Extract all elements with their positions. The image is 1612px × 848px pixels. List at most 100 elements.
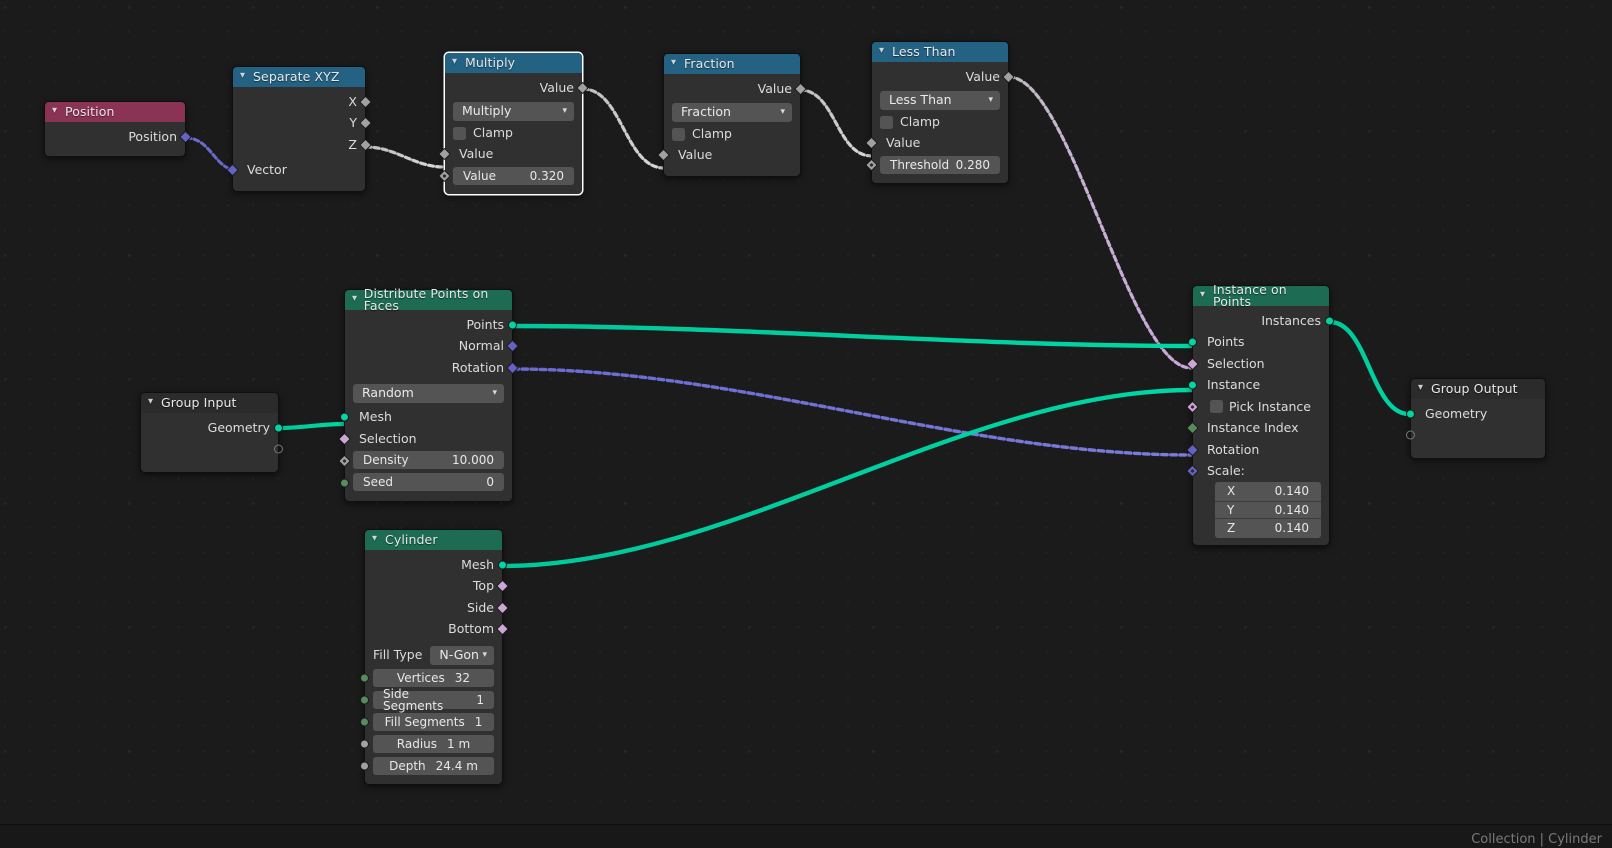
socket-row-fraction-value-out[interactable]: Value <box>664 78 807 100</box>
socket-row-multiply-value-out[interactable]: Value <box>445 77 589 99</box>
node-group-output-header[interactable]: ▾ Group Output <box>1411 379 1545 399</box>
socket-row-distribute-selection[interactable]: Selection <box>338 428 512 450</box>
node-less-than[interactable]: ▾ Less Than Value Less Than ▾ Clamp Valu… <box>865 41 1015 184</box>
socket-row-cylinder-mesh[interactable]: Mesh <box>365 554 507 576</box>
socket-row-groupoutput-geometry[interactable]: Geometry <box>1406 403 1545 425</box>
cylinder-fill-type-dropdown[interactable]: N-Gon ▾ <box>430 646 494 665</box>
socket-iop-instance-index[interactable] <box>1186 421 1199 435</box>
cylinder-depth-wrapper[interactable]: Depth 24.4 m <box>360 755 502 777</box>
socket-row-iop-selection[interactable]: Selection <box>1186 353 1329 375</box>
node-group-output[interactable]: ▾ Group Output Geometry <box>1406 378 1546 459</box>
socket-row-distribute-mesh[interactable]: Mesh <box>340 407 512 429</box>
socket-vector-input[interactable] <box>226 163 239 177</box>
node-separate-xyz-header[interactable]: ▾ Separate XYZ <box>233 67 365 87</box>
multiply-clamp-row[interactable]: Clamp <box>445 123 582 144</box>
socket-row-vector-in[interactable]: Vector <box>226 160 365 182</box>
socket-row-distribute-points[interactable]: Points <box>345 314 517 336</box>
chevron-down-icon[interactable]: ▾ <box>148 397 161 407</box>
socket-cylinder-depth[interactable] <box>360 761 369 771</box>
socket-row-lessthan-value-out[interactable]: Value <box>872 66 1015 88</box>
node-fraction[interactable]: ▾ Fraction Value Fraction ▾ Clamp Value <box>657 53 807 177</box>
socket-cylinder-bottom[interactable] <box>496 622 509 636</box>
socket-groupinput-geometry[interactable] <box>274 423 283 433</box>
socket-x-value[interactable] <box>359 95 372 109</box>
multiply-clamp-checkbox[interactable] <box>453 126 466 140</box>
node-cylinder[interactable]: ▾ Cylinder Mesh Top Side Bottom Fill Typ… <box>360 529 509 785</box>
fraction-clamp-checkbox[interactable] <box>672 127 685 141</box>
node-instance-on-points[interactable]: ▾ Instance on Points Instances Points Se… <box>1186 283 1334 546</box>
socket-iop-scale[interactable] <box>1186 464 1199 478</box>
socket-row-distribute-normal[interactable]: Normal <box>345 336 519 358</box>
socket-row-instances-out[interactable]: Instances <box>1193 310 1334 332</box>
socket-iop-pick-instance[interactable] <box>1186 400 1199 414</box>
lessthan-threshold-field[interactable]: Threshold 0.280 <box>880 155 1000 174</box>
socket-lessthan-value-in[interactable] <box>865 136 878 150</box>
socket-row-fraction-value-in[interactable]: Value <box>657 145 800 167</box>
socket-groupoutput-virtual[interactable] <box>1406 430 1415 440</box>
iop-pick-instance-checkbox[interactable] <box>1210 400 1223 414</box>
socket-fraction-value-out[interactable] <box>794 82 807 96</box>
cylinder-fill-segments-field[interactable]: Fill Segments 1 <box>373 712 494 731</box>
socket-fraction-value-in[interactable] <box>657 148 670 162</box>
operation-dropdown-wrapper[interactable]: Multiply ▾ <box>445 101 582 123</box>
cylinder-radius-field[interactable]: Radius 1 m <box>373 734 494 753</box>
socket-row-cylinder-top[interactable]: Top <box>365 576 509 598</box>
cylinder-vertices-wrapper[interactable]: Vertices 32 <box>360 667 502 689</box>
node-multiply[interactable]: ▾ Multiply Value Multiply ▾ Clamp Value <box>438 52 589 195</box>
distribute-density-field[interactable]: Density 10.000 <box>353 451 504 469</box>
lessthan-operation-wrapper[interactable]: Less Than ▾ <box>872 90 1008 112</box>
cylinder-side-segments-field[interactable]: Side Segments 1 <box>373 688 494 712</box>
socket-cylinder-vertices[interactable] <box>360 673 369 683</box>
socket-multiply-value-out[interactable] <box>576 81 589 95</box>
socket-distribute-density[interactable] <box>338 454 351 467</box>
socket-row-cylinder-bottom[interactable]: Bottom <box>365 619 509 641</box>
socket-row-iop-pick-instance[interactable]: Pick Instance <box>1186 396 1329 418</box>
socket-row-lessthan-value-in[interactable]: Value <box>865 133 1008 155</box>
socket-lessthan-threshold[interactable] <box>865 158 878 172</box>
socket-cylinder-side-segments[interactable] <box>360 695 369 705</box>
socket-cylinder-radius[interactable] <box>360 739 369 749</box>
node-position[interactable]: ▾ Position Position <box>44 101 192 157</box>
socket-row-iop-points[interactable]: Points <box>1188 332 1329 354</box>
socket-iop-instance[interactable] <box>1188 380 1197 390</box>
node-distribute-header[interactable]: ▾ Distribute Points on Faces <box>345 287 512 312</box>
socket-distribute-points[interactable] <box>508 320 517 330</box>
socket-distribute-rotation[interactable] <box>506 361 519 375</box>
node-instance-on-points-header[interactable]: ▾ Instance on Points <box>1193 283 1329 308</box>
fraction-operation-dropdown[interactable]: Fraction ▾ <box>672 103 792 122</box>
iop-scale-vector-group[interactable]: X 0.140 Y 0.140 Z 0.140 <box>1193 482 1329 538</box>
socket-distribute-mesh[interactable] <box>340 412 349 422</box>
socket-row-z-out[interactable]: Z <box>233 134 372 156</box>
socket-row-iop-instance-index[interactable]: Instance Index <box>1186 418 1329 440</box>
node-fraction-header[interactable]: ▾ Fraction <box>664 54 800 74</box>
distribute-seed-field[interactable]: Seed 0 <box>353 473 504 491</box>
socket-position-vector[interactable] <box>179 130 192 144</box>
node-group-input[interactable]: ▾ Group Input Geometry <box>140 392 283 473</box>
socket-row-iop-rotation[interactable]: Rotation <box>1186 439 1329 461</box>
socket-row-multiply-value-in[interactable]: Value <box>438 144 582 166</box>
multiply-operation-dropdown[interactable]: Multiply ▾ <box>453 102 574 121</box>
chevron-down-icon[interactable]: ▾ <box>240 71 253 81</box>
socket-cylinder-fill-segments[interactable] <box>360 717 369 727</box>
node-multiply-header[interactable]: ▾ Multiply <box>445 53 582 73</box>
chevron-down-icon[interactable]: ▾ <box>671 58 684 68</box>
distribute-method-dropdown[interactable]: Random ▾ <box>353 384 504 403</box>
lessthan-clamp-checkbox[interactable] <box>880 115 893 129</box>
socket-y-value[interactable] <box>359 116 372 130</box>
cylinder-vertices-field[interactable]: Vertices 32 <box>373 668 494 687</box>
chevron-down-icon[interactable]: ▾ <box>452 57 465 67</box>
chevron-down-icon[interactable]: ▾ <box>372 534 385 544</box>
multiply-value-field[interactable]: Value 0.320 <box>453 166 574 185</box>
socket-row-position-out[interactable]: Position <box>45 126 192 148</box>
socket-row-groupinput-virtual[interactable] <box>141 439 283 461</box>
socket-cylinder-top[interactable] <box>496 579 509 593</box>
socket-row-iop-instance[interactable]: Instance <box>1188 375 1329 397</box>
chevron-down-icon[interactable]: ▾ <box>52 106 65 116</box>
node-cylinder-header[interactable]: ▾ Cylinder <box>365 530 502 550</box>
iop-scale-x-field[interactable]: X 0.140 <box>1215 482 1321 501</box>
lessthan-clamp-row[interactable]: Clamp <box>872 112 1008 133</box>
socket-row-groupinput-geometry[interactable]: Geometry <box>141 417 283 439</box>
socket-cylinder-side[interactable] <box>496 601 509 615</box>
socket-cylinder-mesh[interactable] <box>498 560 507 570</box>
node-distribute-points-on-faces[interactable]: ▾ Distribute Points on Faces Points Norm… <box>338 287 519 502</box>
